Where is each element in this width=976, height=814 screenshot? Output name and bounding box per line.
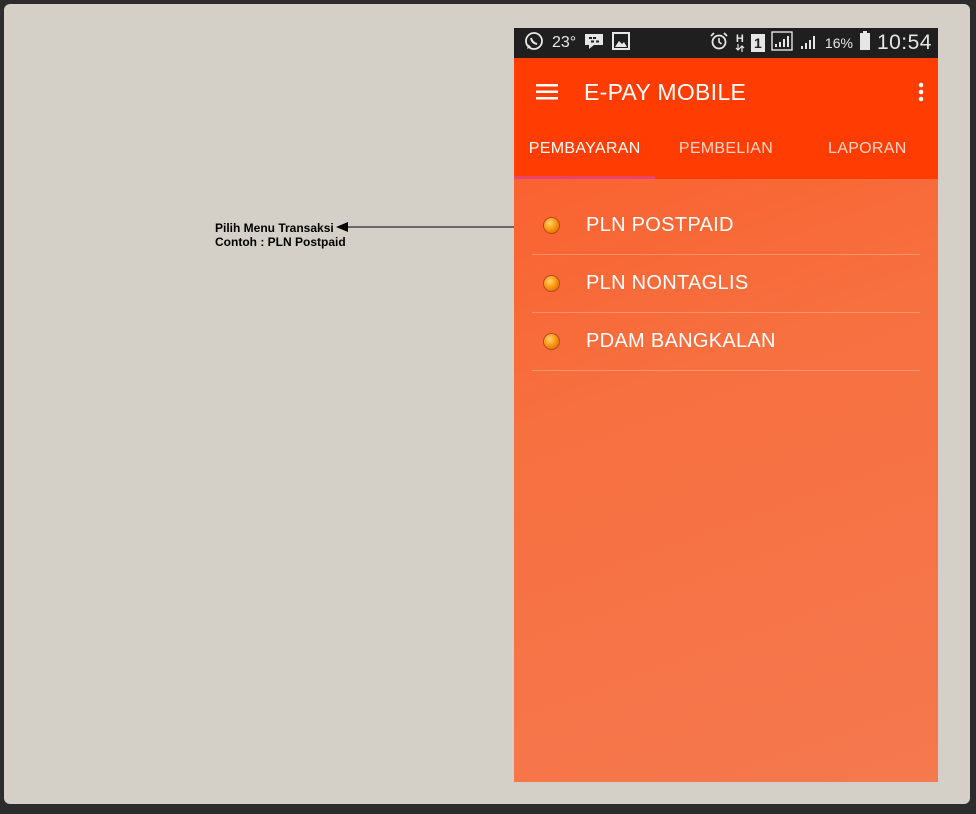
- alarm-icon: [709, 31, 729, 56]
- app-bar: E-PAY MOBILE: [514, 58, 938, 126]
- tab-label: LAPORAN: [828, 139, 907, 157]
- transaction-menu-list: PLN POSTPAID PLN NONTAGLIS PDAM BANGKALA…: [514, 179, 938, 371]
- tab-pembayaran[interactable]: PEMBAYARAN: [514, 126, 655, 179]
- tab-bar: PEMBAYARAN PEMBELIAN LAPORAN: [514, 126, 938, 179]
- menu-item-pln-postpaid[interactable]: PLN POSTPAID: [532, 197, 920, 255]
- bbm-icon: [584, 32, 604, 55]
- menu-item-pdam-bangkalan[interactable]: PDAM BANGKALAN: [532, 313, 920, 371]
- battery-percent-text: 16%: [824, 35, 853, 51]
- screenshot-canvas: Pilih Menu Transaksi Contoh : PLN Postpa…: [4, 4, 970, 804]
- whatsapp-icon: [524, 31, 544, 56]
- tab-label: PEMBELIAN: [678, 139, 774, 157]
- battery-icon: [859, 30, 871, 56]
- menu-item-pln-nontaglis[interactable]: PLN NONTAGLIS: [532, 255, 920, 313]
- tab-pembelian[interactable]: PEMBELIAN: [655, 126, 796, 179]
- network-h-label: H: [735, 32, 744, 45]
- signal-icon: [771, 30, 793, 56]
- clock-time: 10:54: [876, 31, 932, 54]
- phone-screen: 23° H 1 16% 10:54 E-PAY MOBILE PEMBAYARA…: [514, 28, 938, 782]
- overflow-menu-icon[interactable]: [918, 82, 924, 102]
- annotation-line-2: Contoh : PLN Postpaid: [215, 235, 346, 249]
- status-bar: 23° H 1 16% 10:54: [514, 28, 938, 58]
- annotation-callout: Pilih Menu Transaksi Contoh : PLN Postpa…: [215, 221, 346, 249]
- menu-item-label: PDAM BANGKALAN: [586, 330, 776, 352]
- bullet-dot-icon: [544, 218, 559, 233]
- sim-1-label: 1: [754, 35, 762, 51]
- tab-label: PEMBAYARAN: [528, 139, 641, 157]
- temperature-text: 23°: [552, 34, 577, 51]
- annotation-line-1: Pilih Menu Transaksi: [215, 221, 334, 235]
- app-title: E-PAY MOBILE: [584, 78, 747, 105]
- bullet-dot-icon: [544, 334, 559, 349]
- signal-icon: [799, 31, 819, 56]
- sim-1-icon: 1: [750, 34, 765, 52]
- tab-active-indicator: [514, 176, 655, 179]
- network-h-icon: H: [735, 32, 745, 52]
- menu-item-label: PLN POSTPAID: [586, 214, 734, 236]
- annotation-arrow-icon: [336, 222, 532, 232]
- menu-item-label: PLN NONTAGLIS: [586, 272, 749, 294]
- bullet-dot-icon: [544, 276, 559, 291]
- tab-laporan[interactable]: LAPORAN: [797, 126, 938, 179]
- gallery-icon: [612, 31, 631, 55]
- hamburger-menu-icon[interactable]: [536, 83, 558, 101]
